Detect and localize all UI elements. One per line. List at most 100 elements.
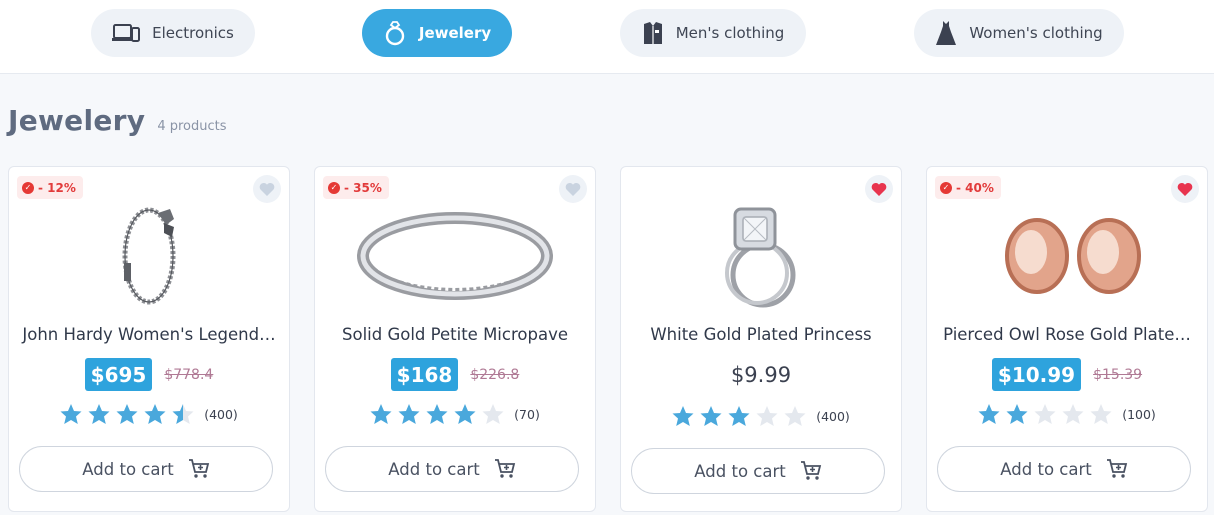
product-card[interactable]: White Gold Plated Princess $9.99 (400) A… [620, 166, 902, 512]
old-price: $226.8 [470, 366, 520, 383]
add-to-cart-button[interactable]: Add to cart [19, 446, 273, 492]
rating: (100) [927, 403, 1207, 425]
star-icon [1090, 404, 1112, 424]
star-icon [784, 406, 806, 426]
heart-icon [565, 182, 581, 196]
old-price: $778.4 [164, 366, 214, 383]
star-icon [398, 404, 420, 424]
section-heading: Jewelery 4 products [8, 104, 227, 137]
discount-badge: ✓ - 40% [935, 176, 1001, 199]
current-price: $168 [390, 358, 459, 391]
engagement-ring-image [621, 201, 901, 311]
stars [672, 405, 806, 427]
star-icon [756, 406, 778, 426]
star-icon [672, 406, 694, 426]
review-count: (70) [514, 406, 540, 422]
product-name[interactable]: Pierced Owl Rose Gold Plate… [937, 325, 1197, 344]
category-label: Women's clothing [969, 24, 1103, 42]
add-to-cart-button[interactable]: Add to cart [325, 446, 579, 492]
star-icon [172, 404, 194, 424]
favorite-button[interactable] [559, 175, 587, 203]
price-row: $168 $226.8 [315, 358, 595, 391]
category-label: Electronics [152, 24, 234, 42]
cart-icon [494, 459, 515, 478]
product-card[interactable]: ✓ - 40% Pierced Owl Rose Gold Plate… $10… [926, 166, 1208, 512]
bracelet-image [9, 201, 289, 311]
star-icon [978, 404, 1000, 424]
star-icon [482, 404, 504, 424]
shirt-icon [642, 21, 664, 45]
price-row: $10.99 $15.39 [927, 358, 1207, 391]
star-icon [1034, 404, 1056, 424]
current-price: $10.99 [991, 358, 1082, 391]
favorite-button[interactable] [253, 175, 281, 203]
stars [60, 403, 194, 425]
stars [978, 403, 1112, 425]
cart-icon [1106, 459, 1127, 478]
add-to-cart-button[interactable]: Add to cart [631, 448, 885, 494]
heart-icon [259, 182, 275, 196]
star-icon [370, 404, 392, 424]
category-label: Men's clothing [675, 24, 785, 42]
rating: (70) [315, 403, 595, 425]
category-womens-clothing[interactable]: Women's clothing [914, 9, 1124, 57]
ring-image [315, 201, 595, 311]
star-icon [728, 406, 750, 426]
discount-seal-icon: ✓ [328, 181, 340, 194]
page-title: Jewelery [8, 104, 146, 137]
old-price: $15.39 [1093, 366, 1143, 383]
review-count: (400) [204, 406, 238, 422]
star-icon [454, 404, 476, 424]
category-mens-clothing[interactable]: Men's clothing [620, 9, 806, 57]
price-row: $695 $778.4 [9, 358, 289, 391]
product-card[interactable]: ✓ - 12% John Hardy Women's Legend… $695 … [8, 166, 290, 512]
heart-icon [871, 182, 887, 196]
cart-icon [800, 461, 821, 480]
discount-text: - 35% [344, 180, 382, 195]
cart-icon [188, 459, 209, 478]
price-row: $9.99 [621, 358, 901, 391]
current-price: $695 [84, 358, 153, 391]
dress-icon [935, 20, 957, 46]
review-count: (100) [1122, 406, 1156, 422]
ring-icon [383, 20, 407, 46]
star-icon [60, 404, 82, 424]
star-icon [144, 404, 166, 424]
discount-text: - 40% [956, 180, 994, 195]
star-icon [1006, 404, 1028, 424]
add-to-cart-button[interactable]: Add to cart [937, 446, 1191, 492]
discount-seal-icon: ✓ [22, 181, 34, 194]
product-name[interactable]: Solid Gold Petite Micropave [325, 325, 585, 344]
add-to-cart-label: Add to cart [388, 459, 480, 479]
category-jewelery[interactable]: Jewelery [362, 9, 512, 57]
category-electronics[interactable]: Electronics [91, 9, 255, 57]
discount-badge: ✓ - 35% [323, 176, 389, 199]
category-label: Jewelery [418, 24, 492, 42]
favorite-button[interactable] [865, 175, 893, 203]
current-price: $9.99 [730, 362, 792, 387]
star-icon [1062, 404, 1084, 424]
product-name[interactable]: White Gold Plated Princess [631, 325, 891, 344]
discount-badge: ✓ - 12% [17, 176, 83, 199]
star-icon [88, 404, 110, 424]
star-icon [116, 404, 138, 424]
add-to-cart-label: Add to cart [82, 459, 174, 479]
discount-seal-icon: ✓ [940, 181, 952, 194]
add-to-cart-label: Add to cart [694, 461, 786, 481]
rating: (400) [9, 403, 289, 425]
stars [370, 403, 504, 425]
rating: (400) [621, 405, 901, 427]
product-name[interactable]: John Hardy Women's Legend… [19, 325, 279, 344]
favorite-button[interactable] [1171, 175, 1199, 203]
product-count: 4 products [157, 119, 227, 134]
star-icon [426, 404, 448, 424]
category-bar: Electronics Jewelery Men's clothing Wome… [0, 0, 1214, 74]
discount-text: - 12% [38, 180, 76, 195]
review-count: (400) [816, 408, 850, 424]
electronics-icon [112, 22, 141, 44]
star-icon [700, 406, 722, 426]
add-to-cart-label: Add to cart [1000, 459, 1092, 479]
product-card[interactable]: ✓ - 35% Solid Gold Petite Micropave $168… [314, 166, 596, 512]
heart-icon [1177, 182, 1193, 196]
tunnel-plugs-image [927, 201, 1207, 311]
